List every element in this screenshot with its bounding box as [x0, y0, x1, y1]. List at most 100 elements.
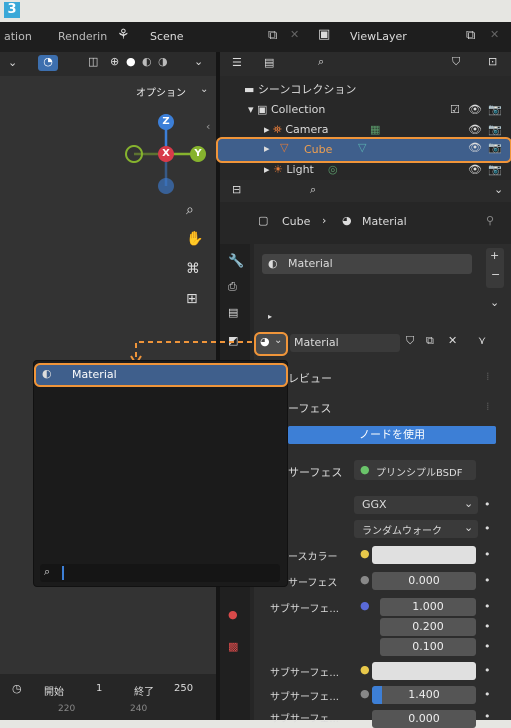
- rendered-shading-icon[interactable]: ◑: [158, 55, 168, 68]
- duplicate-material-icon[interactable]: ⧉: [426, 334, 434, 348]
- copy-viewlayer-icon[interactable]: ⧉: [466, 28, 475, 43]
- zoom-icon[interactable]: ⌕: [186, 202, 194, 218]
- keyframe-dot-icon[interactable]: •: [484, 600, 491, 613]
- popup-search-input[interactable]: ⌕: [40, 564, 280, 582]
- subsurface-radius-x[interactable]: 1.000: [380, 598, 476, 616]
- material-slot-row[interactable]: ◐ Material: [262, 254, 472, 274]
- properties-search-icon[interactable]: ⌕: [310, 183, 316, 197]
- keyframe-dot-icon[interactable]: •: [484, 710, 491, 723]
- section-surface[interactable]: ーフェス: [288, 400, 331, 416]
- keyframe-dot-icon[interactable]: •: [484, 620, 491, 633]
- keyframe-dot-icon[interactable]: •: [484, 664, 491, 677]
- pan-hand-icon[interactable]: ✋: [186, 231, 203, 247]
- slot-specials-icon[interactable]: ⌄: [490, 296, 499, 309]
- properties-editor-icon[interactable]: ⊟: [232, 183, 241, 196]
- collapse-toolbar-icon[interactable]: ‹: [206, 120, 210, 133]
- remove-slot-icon[interactable]: −: [491, 268, 500, 281]
- subsurface-radius-z[interactable]: 0.100: [380, 638, 476, 656]
- outliner-row-collection[interactable]: ▾ ▣ Collection ☑ 👁 📷: [248, 100, 508, 120]
- view-chevron-icon[interactable]: ⌄: [8, 56, 17, 69]
- expand-arrow-icon[interactable]: ▸: [264, 123, 270, 136]
- properties-chevron-icon[interactable]: ⌄: [494, 183, 503, 196]
- expand-arrow-icon[interactable]: ▸: [264, 142, 270, 155]
- expand-arrow-icon[interactable]: ▾: [248, 103, 254, 116]
- tab-rendering[interactable]: Renderin: [58, 30, 107, 43]
- keyframe-dot-icon[interactable]: •: [484, 574, 491, 587]
- end-frame-value[interactable]: 250: [174, 683, 193, 694]
- camera-view-icon[interactable]: ⌘: [186, 261, 200, 277]
- solid-shading-icon[interactable]: ●: [126, 55, 136, 68]
- texture-tab-icon[interactable]: ●: [228, 608, 238, 621]
- keyframe-dot-icon[interactable]: •: [484, 522, 491, 535]
- scene-icon[interactable]: ⚘: [117, 27, 130, 43]
- visibility-eye-icon[interactable]: 👁: [468, 141, 482, 154]
- subsurface-color-swatch[interactable]: [372, 662, 476, 680]
- browse-material-button[interactable]: ◕ ⌄: [254, 332, 288, 356]
- scene-name[interactable]: Scene: [150, 30, 184, 43]
- surface-shader-field[interactable]: ● プリンシプルBSDF: [354, 460, 476, 480]
- fake-user-shield-icon[interactable]: ⛉: [406, 334, 414, 348]
- subsurface-anisotropy-field[interactable]: 0.000: [372, 710, 476, 728]
- search-icon[interactable]: ⌕: [318, 55, 324, 69]
- socket-dot-icon[interactable]: ●: [360, 599, 370, 612]
- close-viewlayer-icon[interactable]: ✕: [490, 28, 499, 41]
- outliner-row-light[interactable]: ▸ ☀ Light ◎ 👁 📷: [264, 160, 508, 180]
- xray-icon[interactable]: ◫: [88, 55, 98, 68]
- subsurface-ior-field[interactable]: 1.400: [372, 686, 476, 704]
- node-tree-icon[interactable]: ⋎: [478, 334, 486, 347]
- output-tab-icon[interactable]: ▤: [228, 306, 238, 319]
- popup-material-item[interactable]: ◐ Material: [34, 363, 288, 387]
- material-name-field[interactable]: Material: [290, 334, 400, 352]
- drag-handle-icon[interactable]: ⁞: [486, 370, 490, 383]
- section-preview[interactable]: レビュー: [288, 370, 332, 386]
- keyframe-dot-icon[interactable]: •: [484, 688, 491, 701]
- wireframe-shading-icon[interactable]: ⊕: [110, 55, 119, 68]
- viewport-options[interactable]: オプション: [136, 84, 186, 99]
- checkbox-icon[interactable]: ☑: [450, 100, 460, 120]
- scene-collection-row[interactable]: ▬ シーンコレクション: [244, 80, 356, 100]
- drag-handle-icon[interactable]: ⁞: [486, 400, 490, 413]
- start-frame-value[interactable]: 1: [96, 683, 102, 694]
- visibility-eye-icon[interactable]: 👁: [468, 160, 482, 180]
- subsurface-field[interactable]: 0.000: [372, 572, 476, 590]
- viewlayer-name[interactable]: ViewLayer: [350, 30, 407, 43]
- add-slot-icon[interactable]: +: [490, 249, 499, 262]
- base-color-swatch[interactable]: [372, 546, 476, 564]
- subsurface-radius-y[interactable]: 0.200: [380, 618, 476, 636]
- outliner-editor-icon[interactable]: ☰: [232, 56, 242, 69]
- material-shading-icon[interactable]: ◐: [142, 55, 152, 68]
- keyframe-dot-icon[interactable]: •: [484, 548, 491, 561]
- render-camera-icon[interactable]: 📷: [488, 100, 502, 120]
- socket-dot-icon[interactable]: ●: [360, 547, 370, 560]
- viewlayer-icon[interactable]: ▣: [318, 27, 330, 42]
- grid-view-icon[interactable]: ⊞: [186, 291, 198, 307]
- overlay-icon[interactable]: ◔: [38, 55, 58, 71]
- unlink-material-icon[interactable]: ✕: [448, 334, 457, 347]
- display-mode-icon[interactable]: ▤: [264, 56, 274, 69]
- socket-dot-icon[interactable]: ●: [360, 687, 370, 700]
- slot-expand-icon[interactable]: ▸: [268, 312, 272, 321]
- distribution-dropdown[interactable]: GGX ⌄: [354, 496, 478, 514]
- filter-icon[interactable]: ⛉: [452, 55, 460, 69]
- render-camera-icon[interactable]: 📷: [488, 160, 502, 180]
- visibility-eye-icon[interactable]: 👁: [468, 100, 482, 120]
- tool-tab-icon[interactable]: 🔧: [228, 254, 244, 269]
- tab-fragment[interactable]: ation: [4, 30, 32, 43]
- pin-icon[interactable]: ⚲: [486, 214, 494, 227]
- keyframe-dot-icon[interactable]: •: [484, 640, 491, 653]
- outliner-item-label: Collection: [270, 103, 326, 116]
- render-tab-icon[interactable]: ⎙: [228, 280, 237, 294]
- material-tab-icon[interactable]: ▩: [228, 640, 238, 653]
- options-chevron-icon[interactable]: ⌄: [200, 84, 208, 95]
- close-scene-icon[interactable]: ✕: [290, 28, 299, 41]
- use-nodes-button[interactable]: ノードを使用: [288, 426, 496, 444]
- subsurface-method-dropdown[interactable]: ランダムウォーク ⌄: [354, 520, 478, 538]
- socket-dot-icon[interactable]: ●: [360, 663, 370, 676]
- new-collection-icon[interactable]: ⊡: [488, 55, 497, 68]
- copy-scene-icon[interactable]: ⧉: [268, 28, 277, 43]
- render-camera-icon[interactable]: 📷: [488, 141, 502, 154]
- keyframe-dot-icon[interactable]: •: [484, 498, 491, 511]
- socket-dot-icon[interactable]: ●: [360, 573, 370, 586]
- shading-chevron-icon[interactable]: ⌄: [194, 55, 203, 68]
- expand-arrow-icon[interactable]: ▸: [264, 163, 270, 176]
